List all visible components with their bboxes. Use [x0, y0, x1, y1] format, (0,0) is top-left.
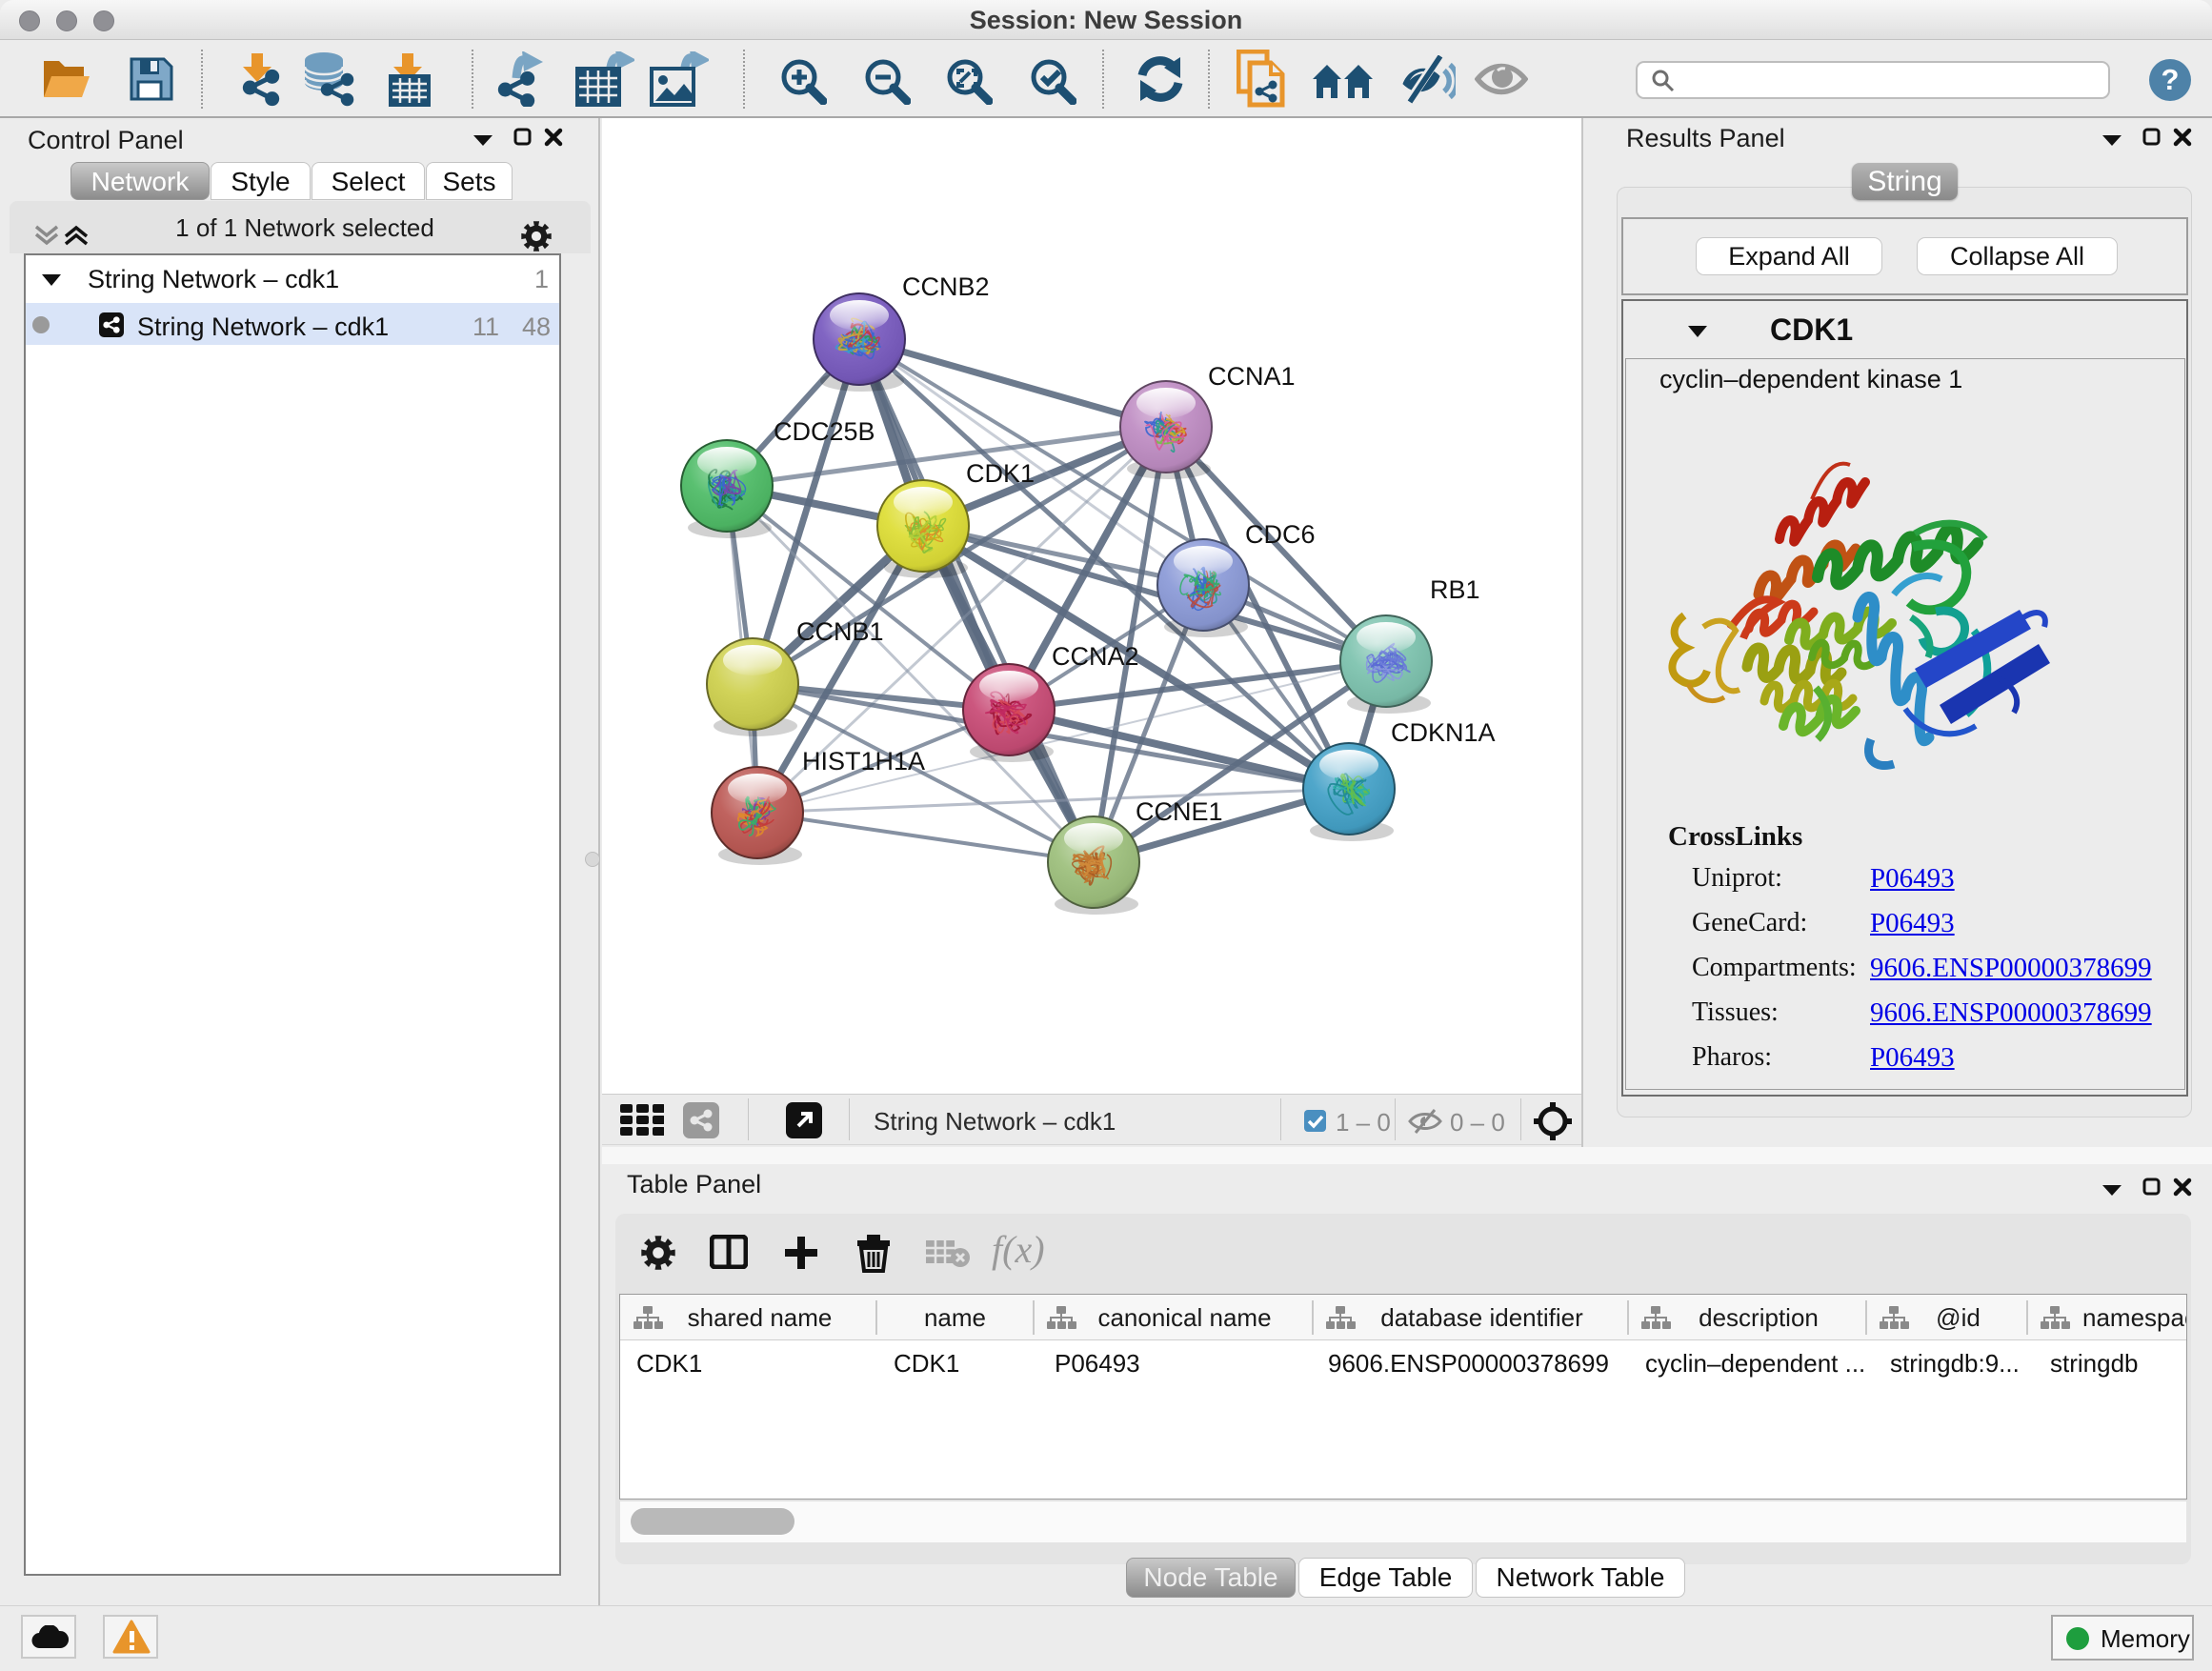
- svg-text:@id: @id: [1936, 1303, 1981, 1332]
- svg-text:canonical name: canonical name: [1097, 1303, 1271, 1332]
- svg-text:description: description: [1699, 1303, 1819, 1332]
- svg-text:CDC25B: CDC25B: [774, 417, 875, 446]
- svg-text:CCNB2: CCNB2: [902, 272, 990, 301]
- svg-text:CCNE1: CCNE1: [1136, 797, 1223, 826]
- svg-text:CDC6: CDC6: [1245, 520, 1316, 549]
- svg-text:CCNA2: CCNA2: [1052, 642, 1139, 671]
- svg-text:CDKN1A: CDKN1A: [1391, 718, 1496, 747]
- svg-text:database identifier: database identifier: [1380, 1303, 1583, 1332]
- svg-text:CCNB1: CCNB1: [796, 617, 884, 646]
- svg-text:namespace: namespace: [2082, 1303, 2186, 1332]
- svg-text:name: name: [924, 1303, 986, 1332]
- svg-text:shared name: shared name: [688, 1303, 833, 1332]
- svg-text:CDK1: CDK1: [966, 459, 1035, 488]
- svg-text:RB1: RB1: [1430, 575, 1480, 604]
- svg-text:CCNA1: CCNA1: [1208, 362, 1296, 391]
- svg-text:HIST1H1A: HIST1H1A: [802, 747, 925, 775]
